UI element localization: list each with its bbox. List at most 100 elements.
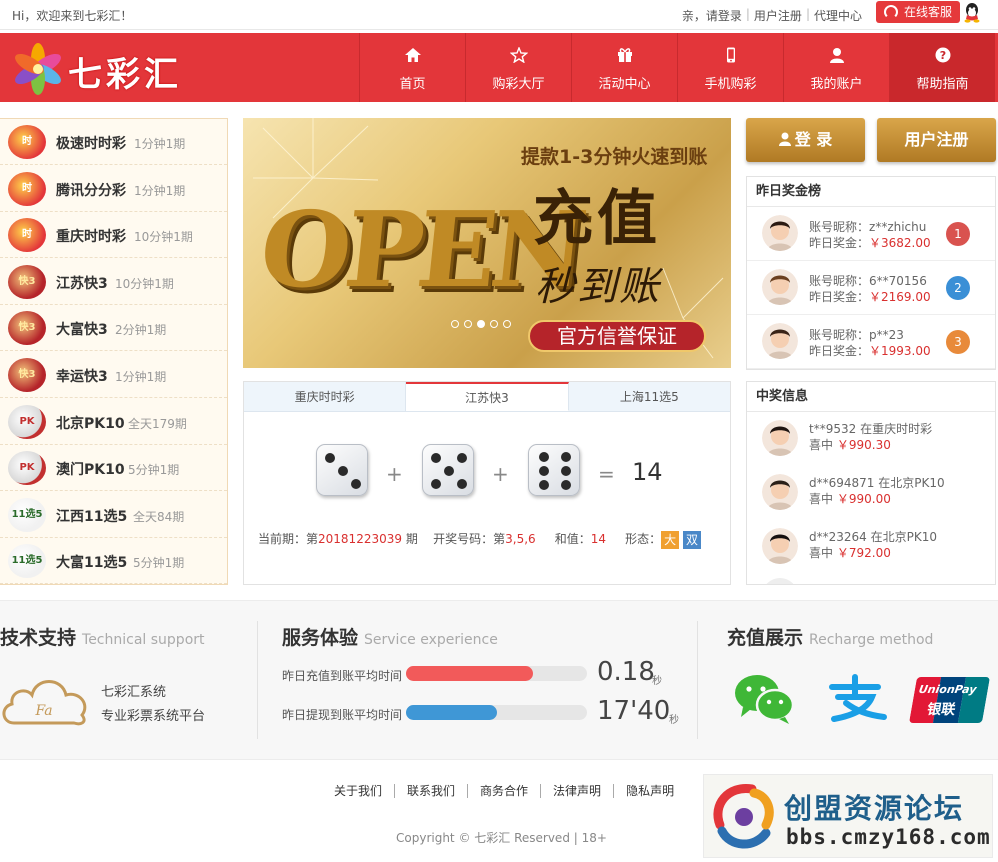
register-button[interactable]: 用户注册 — [877, 118, 996, 162]
game-name: 北京PK10 — [56, 415, 125, 432]
k3-icon: 快3 — [8, 358, 46, 392]
nav-lottery-hall[interactable]: 购彩大厅 — [465, 33, 571, 102]
die-pip — [539, 452, 549, 462]
11x5-icon: 11选5 — [8, 544, 46, 579]
recharge-heading: 充值展示 Recharge method — [727, 623, 933, 650]
slide-dot[interactable] — [464, 320, 472, 328]
winner-amount-line: 喜中 ￥990.00 — [809, 490, 891, 507]
nav-events[interactable]: 活动中心 — [571, 33, 677, 102]
equals-sign: = — [598, 462, 615, 486]
nav-home[interactable]: 首页 — [359, 33, 465, 102]
forum-logo-icon — [713, 784, 774, 849]
k3-icon: 快3 — [8, 264, 46, 299]
unionpay-icon[interactable]: UnionPay 银联 — [908, 677, 991, 723]
game-list: 时极速时时彩 1分钟1期时腾讯分分彩 1分钟1期时重庆时时彩 10分钟1期 快3 江苏快3… — [0, 118, 228, 585]
wechat-pay-icon[interactable] — [733, 671, 795, 725]
footer-link[interactable]: 联系我们 — [395, 784, 469, 798]
die-pip — [457, 479, 467, 489]
agent-center-link[interactable]: 代理中心 — [814, 7, 862, 24]
game-list-item[interactable]: 快3 大富快3 2分钟1期 — [0, 305, 227, 352]
forum-url: bbs.cmzy168.com — [786, 825, 991, 849]
winner-game: 在北京PK10 — [870, 530, 938, 544]
tab-shanghai-11x5[interactable]: 上海11选5 — [569, 382, 730, 411]
slide-dot[interactable] — [477, 320, 485, 328]
winner-game: 在重庆时时彩 — [860, 422, 933, 436]
unionpay-label: UnionPay — [917, 683, 978, 696]
info-band: 技术支持 Technical support Fa 七彩汇系统 专业彩票系统平台 … — [0, 600, 998, 760]
game-list-item[interactable]: 快3 江苏快3 10分钟1期 — [0, 259, 227, 305]
nick-label: 账号昵称： — [809, 220, 870, 234]
plus-sign: + — [386, 462, 403, 486]
svg-text:?: ? — [940, 49, 946, 62]
flower-logo-icon[interactable] — [12, 43, 72, 95]
sum-text: 14 — [590, 532, 607, 546]
prize-label: 昨日奖金： — [809, 344, 870, 358]
register-link[interactable]: 用户注册 — [754, 7, 802, 24]
qq-icon[interactable] — [962, 2, 982, 24]
winner-line: t**9532 在重庆时时彩 — [809, 420, 932, 437]
recharge-title-en: Recharge method — [809, 632, 934, 648]
game-list-item[interactable]: 时极速时时彩 1分钟1期 — [0, 119, 227, 165]
game-frequency: 1分钟1期 — [115, 370, 167, 384]
footer-links: 关于我们 联系我们 商务合作 法律声明 隐私声明 — [322, 784, 686, 798]
tab-chongqing-ssc[interactable]: 重庆时时彩 — [244, 382, 407, 411]
footer-link[interactable]: 法律声明 — [541, 784, 615, 798]
nav-label: 手机购彩 — [704, 77, 757, 92]
game-frequency: 10分钟1期 — [134, 230, 193, 245]
tab-jiangsu-k3[interactable]: 江苏快3 — [406, 382, 569, 411]
footer-link[interactable]: 隐私声明 — [614, 784, 686, 798]
brand-name[interactable]: 七彩汇 — [68, 47, 182, 96]
tech-line-1: 七彩汇系统 — [101, 685, 167, 700]
banner-badge: 官方信誉保证 — [528, 320, 706, 352]
winner-game: 在北京PK10 — [878, 476, 945, 490]
footer-link[interactable]: 关于我们 — [322, 784, 396, 798]
game-name: 极速时时彩 — [56, 136, 126, 152]
game-name: 澳门PK10 — [56, 462, 125, 479]
lottery-result-panel: 重庆时时彩 江苏快3 上海11选5 + + = 14 当前期：第20181223… — [243, 381, 731, 585]
slide-dot[interactable] — [503, 320, 511, 328]
shape-label: 形态： — [625, 532, 662, 546]
game-list-item[interactable]: 11选5 大富11选5 5分钟1期 — [0, 538, 227, 585]
rank-item[interactable]: 账号昵称：6**70156 昨日奖金：￥2169.00 2 — [747, 261, 995, 315]
top-bar: Hi，欢迎来到七彩汇！ 亲， 请登录 | 用户注册 | 代理中心 在线客服 — [0, 0, 998, 30]
online-service-button[interactable]: 在线客服 — [876, 1, 960, 23]
slide-dot[interactable] — [451, 320, 459, 328]
promo-banner[interactable]: OPEN 提款1-3分钟火速到账 充值 秒到账 官方信誉保证 — [243, 118, 731, 368]
game-list-item[interactable]: 时腾讯分分彩 1分钟1期 — [0, 166, 227, 212]
user-avatar — [762, 323, 798, 359]
pk10-icon: PK — [8, 404, 46, 439]
nav-label: 活动中心 — [598, 77, 651, 92]
nav-mobile[interactable]: 手机购彩 — [677, 33, 783, 102]
login-link[interactable]: 请登录 — [706, 7, 742, 24]
nav-my-account[interactable]: 我的账户 — [783, 33, 889, 102]
winner-line: d**23264 在北京PK10 — [809, 528, 937, 545]
user-icon — [778, 119, 791, 146]
game-list-item[interactable]: 时重庆时时彩 10分钟1期 — [0, 212, 227, 259]
nav-help[interactable]: ? 帮助指南 — [889, 33, 995, 102]
slide-dot[interactable] — [490, 320, 498, 328]
greeting-text: Hi，欢迎来到七彩汇！ — [12, 9, 133, 23]
cloud-logo-icon: Fa — [2, 680, 87, 726]
game-list-item[interactable]: 快3 幸运快3 1分钟1期 — [0, 352, 227, 398]
nav-label: 首页 — [399, 77, 426, 92]
banner-slide-dots — [451, 320, 511, 328]
win-amount: ￥990.00 — [836, 492, 891, 506]
nick-value: z**zhichu — [869, 220, 927, 234]
metric-progress-bar — [406, 666, 587, 681]
period-number: 20181223039 — [318, 532, 402, 546]
rank-item[interactable]: 账号昵称：z**zhichu 昨日奖金：￥3682.00 1 — [747, 207, 995, 261]
login-button[interactable]: 登 录 — [746, 118, 865, 162]
rank-number-badge: 2 — [946, 276, 970, 300]
rank-item[interactable]: 账号昵称：p**23 昨日奖金：￥1993.00 3 — [747, 315, 995, 369]
link-separator: | — [805, 7, 810, 21]
banner-headline: 提款1-3分钟火速到账 — [521, 146, 708, 168]
game-list-item[interactable]: PK 北京PK10 全天179期 — [0, 399, 227, 445]
game-list-item[interactable]: PK 澳门PK10 5分钟1期 — [0, 445, 227, 492]
shape-big-badge: 大 — [661, 530, 680, 549]
winner-user: d**23264 — [809, 530, 867, 544]
alipay-icon[interactable] — [826, 673, 888, 723]
game-list-item[interactable]: 11选5 江西11选5 全天84期 — [0, 492, 227, 538]
period-label: 当前期：第 — [258, 532, 319, 546]
11x5-icon: 11选5 — [8, 497, 46, 532]
footer-link[interactable]: 商务合作 — [468, 784, 542, 798]
